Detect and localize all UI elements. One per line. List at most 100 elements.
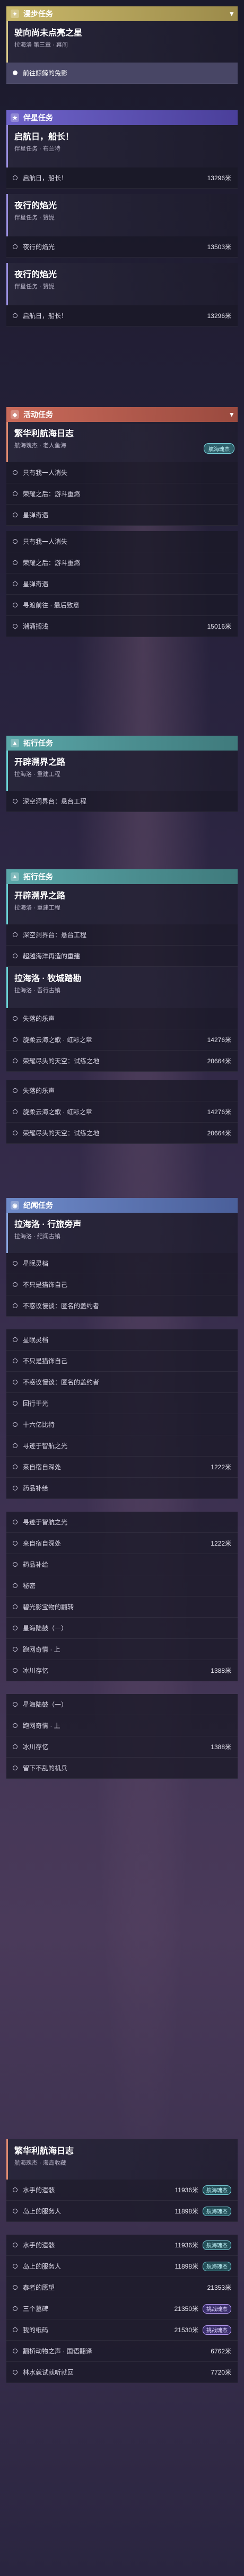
quest-step[interactable]: 来自宿自深处 1222米 <box>6 1457 238 1478</box>
quest-step[interactable]: 星弹奇遇 <box>6 574 238 595</box>
quest-step[interactable]: 翻桥动物之声 · 国语翻译 6762米 <box>6 2341 238 2362</box>
step-distance: 20664米 <box>207 1057 231 1065</box>
challenge-badge: 挑战瑰杰 <box>203 2325 231 2335</box>
quest-step[interactable]: 启航日，船长！ 13296米 <box>6 167 238 189</box>
event-quest-section-2: 繁华利航海日志 航海瑰杰 · 海岛收藏 水手的遗骸 11936米 航海瑰杰 岛上的服务… <box>6 2139 238 2383</box>
quest-step[interactable]: 秘密 <box>6 1575 238 1596</box>
quest-step[interactable]: 不惑议慢谈：匿名的盖约者 <box>6 1295 238 1317</box>
quest-step[interactable]: 荣耀尽头的天空：试练之地 20664米 <box>6 1051 238 1072</box>
quest-card[interactable]: 夜行的焰光 伴星任务 · 赞妮 <box>6 263 238 305</box>
quest-step[interactable]: 只有我一人消失 <box>6 462 238 483</box>
quest-subtitle: 伴星任务 · 赞妮 <box>14 215 55 221</box>
quest-card[interactable]: 启航日，船长！ 伴星任务 · 布兰特 <box>6 125 238 167</box>
quest-step[interactable]: 深空洞界台：悬台工程 <box>6 924 238 946</box>
quest-step[interactable]: 林水就试就听就回 7720米 <box>6 2362 238 2383</box>
quest-step[interactable]: 水手的遗骸 11936米 航海瑰杰 <box>6 2235 238 2256</box>
quest-card[interactable]: 拉海洛 · 行旅旁声 拉海洛 · 纪闻古镇 <box>6 1213 238 1253</box>
step-radio-icon <box>13 1486 18 1490</box>
step-label: 冰川存忆 <box>23 1743 49 1751</box>
category-header-trailblaze[interactable]: ▲ 拓行任务 <box>6 736 238 751</box>
quest-step[interactable]: 荣耀之后：游斗重燃 <box>6 552 238 574</box>
quest-title: 驶向尚未点亮之星 <box>14 29 83 38</box>
step-label: 星弹奇遇 <box>23 511 49 519</box>
step-label: 荣耀尽头的天空：试练之地 <box>23 1130 100 1137</box>
quest-step[interactable]: 留下不乱的机兵 <box>6 1758 238 1779</box>
quest-step[interactable]: 启航日，船长！ 13296米 <box>6 305 238 327</box>
quest-step[interactable]: 旋柔云海之歌 · 虹彩之章 14276米 <box>6 1029 238 1051</box>
quest-card[interactable]: 驶向尚未点亮之星 拉海洛 第三章 · 幕间 <box>6 21 238 63</box>
quest-step[interactable]: 潮涌搁浅 15016米 <box>6 616 238 637</box>
quest-step[interactable]: 不只是猫饰自己 <box>6 1351 238 1372</box>
quest-step[interactable]: 星弹奇遇 <box>6 505 238 526</box>
step-label: 岛上的服务人 <box>23 2263 62 2270</box>
step-label: 翻桥动物之声 · 国语翻译 <box>23 2348 92 2355</box>
step-distance: 13296米 <box>207 312 231 320</box>
category-header-memory[interactable]: ◉ 纪闻任务 <box>6 1198 238 1213</box>
quest-step[interactable]: 跑网奇情 · 上 <box>6 1715 238 1736</box>
challenge-badge: 挑战瑰杰 <box>203 2304 231 2314</box>
step-label: 秘密 <box>23 1582 36 1590</box>
quest-step[interactable]: 只有我一人消失 <box>6 531 238 552</box>
quest-step[interactable]: 泰者的愿望 21353米 <box>6 2277 238 2298</box>
step-radio-icon <box>13 1626 18 1630</box>
quest-step[interactable]: 碧光影宝物的翻转 <box>6 1596 238 1618</box>
quest-step[interactable]: 冰川存忆 1388米 <box>6 1736 238 1758</box>
nav-badge: 航海瑰杰 <box>203 2206 231 2216</box>
step-radio-icon <box>13 244 18 249</box>
category-header-daily[interactable]: ✦ 漫步任务 ▾ <box>6 6 238 21</box>
quest-step[interactable]: 夜行的焰光 13503米 <box>6 236 238 258</box>
quest-step[interactable]: 寻迹于智航之光 <box>6 1435 238 1457</box>
quest-card[interactable]: 拉海洛 · 牧城踏勘 拉海洛 · 吾行古镇 <box>6 967 238 1008</box>
quest-step[interactable]: 三个墓碑 21350米 挑战瑰杰 <box>6 2298 238 2319</box>
trailblaze-category-icon: ▲ <box>11 872 19 881</box>
quest-step[interactable]: 星眠灵档 <box>6 1329 238 1351</box>
step-label: 深空洞界台：悬台工程 <box>23 931 87 939</box>
quest-subtitle: 拉海洛 第三章 · 幕间 <box>14 42 68 48</box>
quest-step[interactable]: 星眠灵档 <box>6 1253 238 1274</box>
quest-step[interactable]: 不只是猫饰自己 <box>6 1274 238 1295</box>
step-radio-icon <box>13 581 18 586</box>
step-distance: 21350米 <box>174 2305 198 2313</box>
category-title: 伴星任务 <box>23 113 53 122</box>
quest-card[interactable]: 夜行的焰光 伴星任务 · 赞妮 <box>6 194 238 236</box>
quest-step[interactable]: 药品补给 <box>6 1478 238 1499</box>
collapse-icon[interactable]: ▾ <box>230 410 233 419</box>
quest-step[interactable]: 我的纸码 21530米 挑战瑰杰 <box>6 2319 238 2341</box>
quest-step[interactable]: 跑网奇情 · 上 <box>6 1639 238 1660</box>
quest-step[interactable]: 前往鲸鲸的兔影 <box>6 63 238 84</box>
quest-step[interactable]: 岛上的服务人 11898米 航海瑰杰 <box>6 2256 238 2277</box>
category-header-trailblaze[interactable]: ▲ 拓行任务 <box>6 869 238 884</box>
quest-step[interactable]: 冰川存忆 1388米 <box>6 1660 238 1681</box>
step-radio-icon <box>13 539 18 544</box>
quest-step[interactable]: 超越海洋再造的重建 <box>6 946 238 967</box>
quest-step[interactable]: 荣耀尽头的天空：试练之地 20664米 <box>6 1123 238 1144</box>
quest-step[interactable]: 不惑议慢谈：匿名的盖约者 <box>6 1372 238 1393</box>
quest-step[interactable]: 来自宿自深处 1222米 <box>6 1533 238 1554</box>
quest-step[interactable]: 荣耀之后：游斗重燃 <box>6 483 238 505</box>
quest-step[interactable]: 旋柔云海之歌 · 虹彩之章 14276米 <box>6 1101 238 1123</box>
category-header-event[interactable]: ◆ 活动任务 ▾ <box>6 407 238 422</box>
quest-step[interactable]: 失落的乐声 <box>6 1008 238 1029</box>
quest-step[interactable]: 星海陆鼓（一） <box>6 1694 238 1715</box>
collapse-icon[interactable]: ▾ <box>230 10 233 18</box>
quest-step[interactable]: 深空洞界台：悬台工程 <box>6 791 238 812</box>
quest-card[interactable]: 繁华利航海日志 航海瑰杰 · 老人鱼海 航海瑰杰 <box>6 422 238 462</box>
quest-card[interactable]: 开辟溯界之路 拉海洛 · 重建工程 <box>6 751 238 791</box>
quest-step[interactable]: 寻渡前往 · 最后致意 <box>6 595 238 616</box>
step-radio-icon <box>13 1282 18 1287</box>
quest-step[interactable]: 失落的乐声 <box>6 1080 238 1101</box>
quest-step[interactable]: 岛上的服务人 11898米 航海瑰杰 <box>6 2201 238 2222</box>
category-header-companion[interactable]: ★ 伴星任务 <box>6 110 238 125</box>
quest-step[interactable]: 星海陆鼓（一） <box>6 1618 238 1639</box>
step-distance: 1388米 <box>211 1667 231 1674</box>
quest-card[interactable]: 繁华利航海日志 航海瑰杰 · 海岛收藏 <box>6 2139 238 2180</box>
quest-step[interactable]: 药品补给 <box>6 1554 238 1575</box>
quest-step[interactable]: 寻迹于智航之光 <box>6 1512 238 1533</box>
quest-card[interactable]: 开辟溯界之路 拉海洛 · 重建工程 <box>6 884 238 924</box>
step-radio-icon <box>13 2285 18 2290</box>
step-radio-icon <box>13 1702 18 1707</box>
category-title: 漫步任务 <box>23 10 53 18</box>
quest-step[interactable]: 回行于光 <box>6 1393 238 1414</box>
quest-step[interactable]: 水手的遗骸 11936米 航海瑰杰 <box>6 2180 238 2201</box>
quest-step[interactable]: 十六亿比特 <box>6 1414 238 1435</box>
